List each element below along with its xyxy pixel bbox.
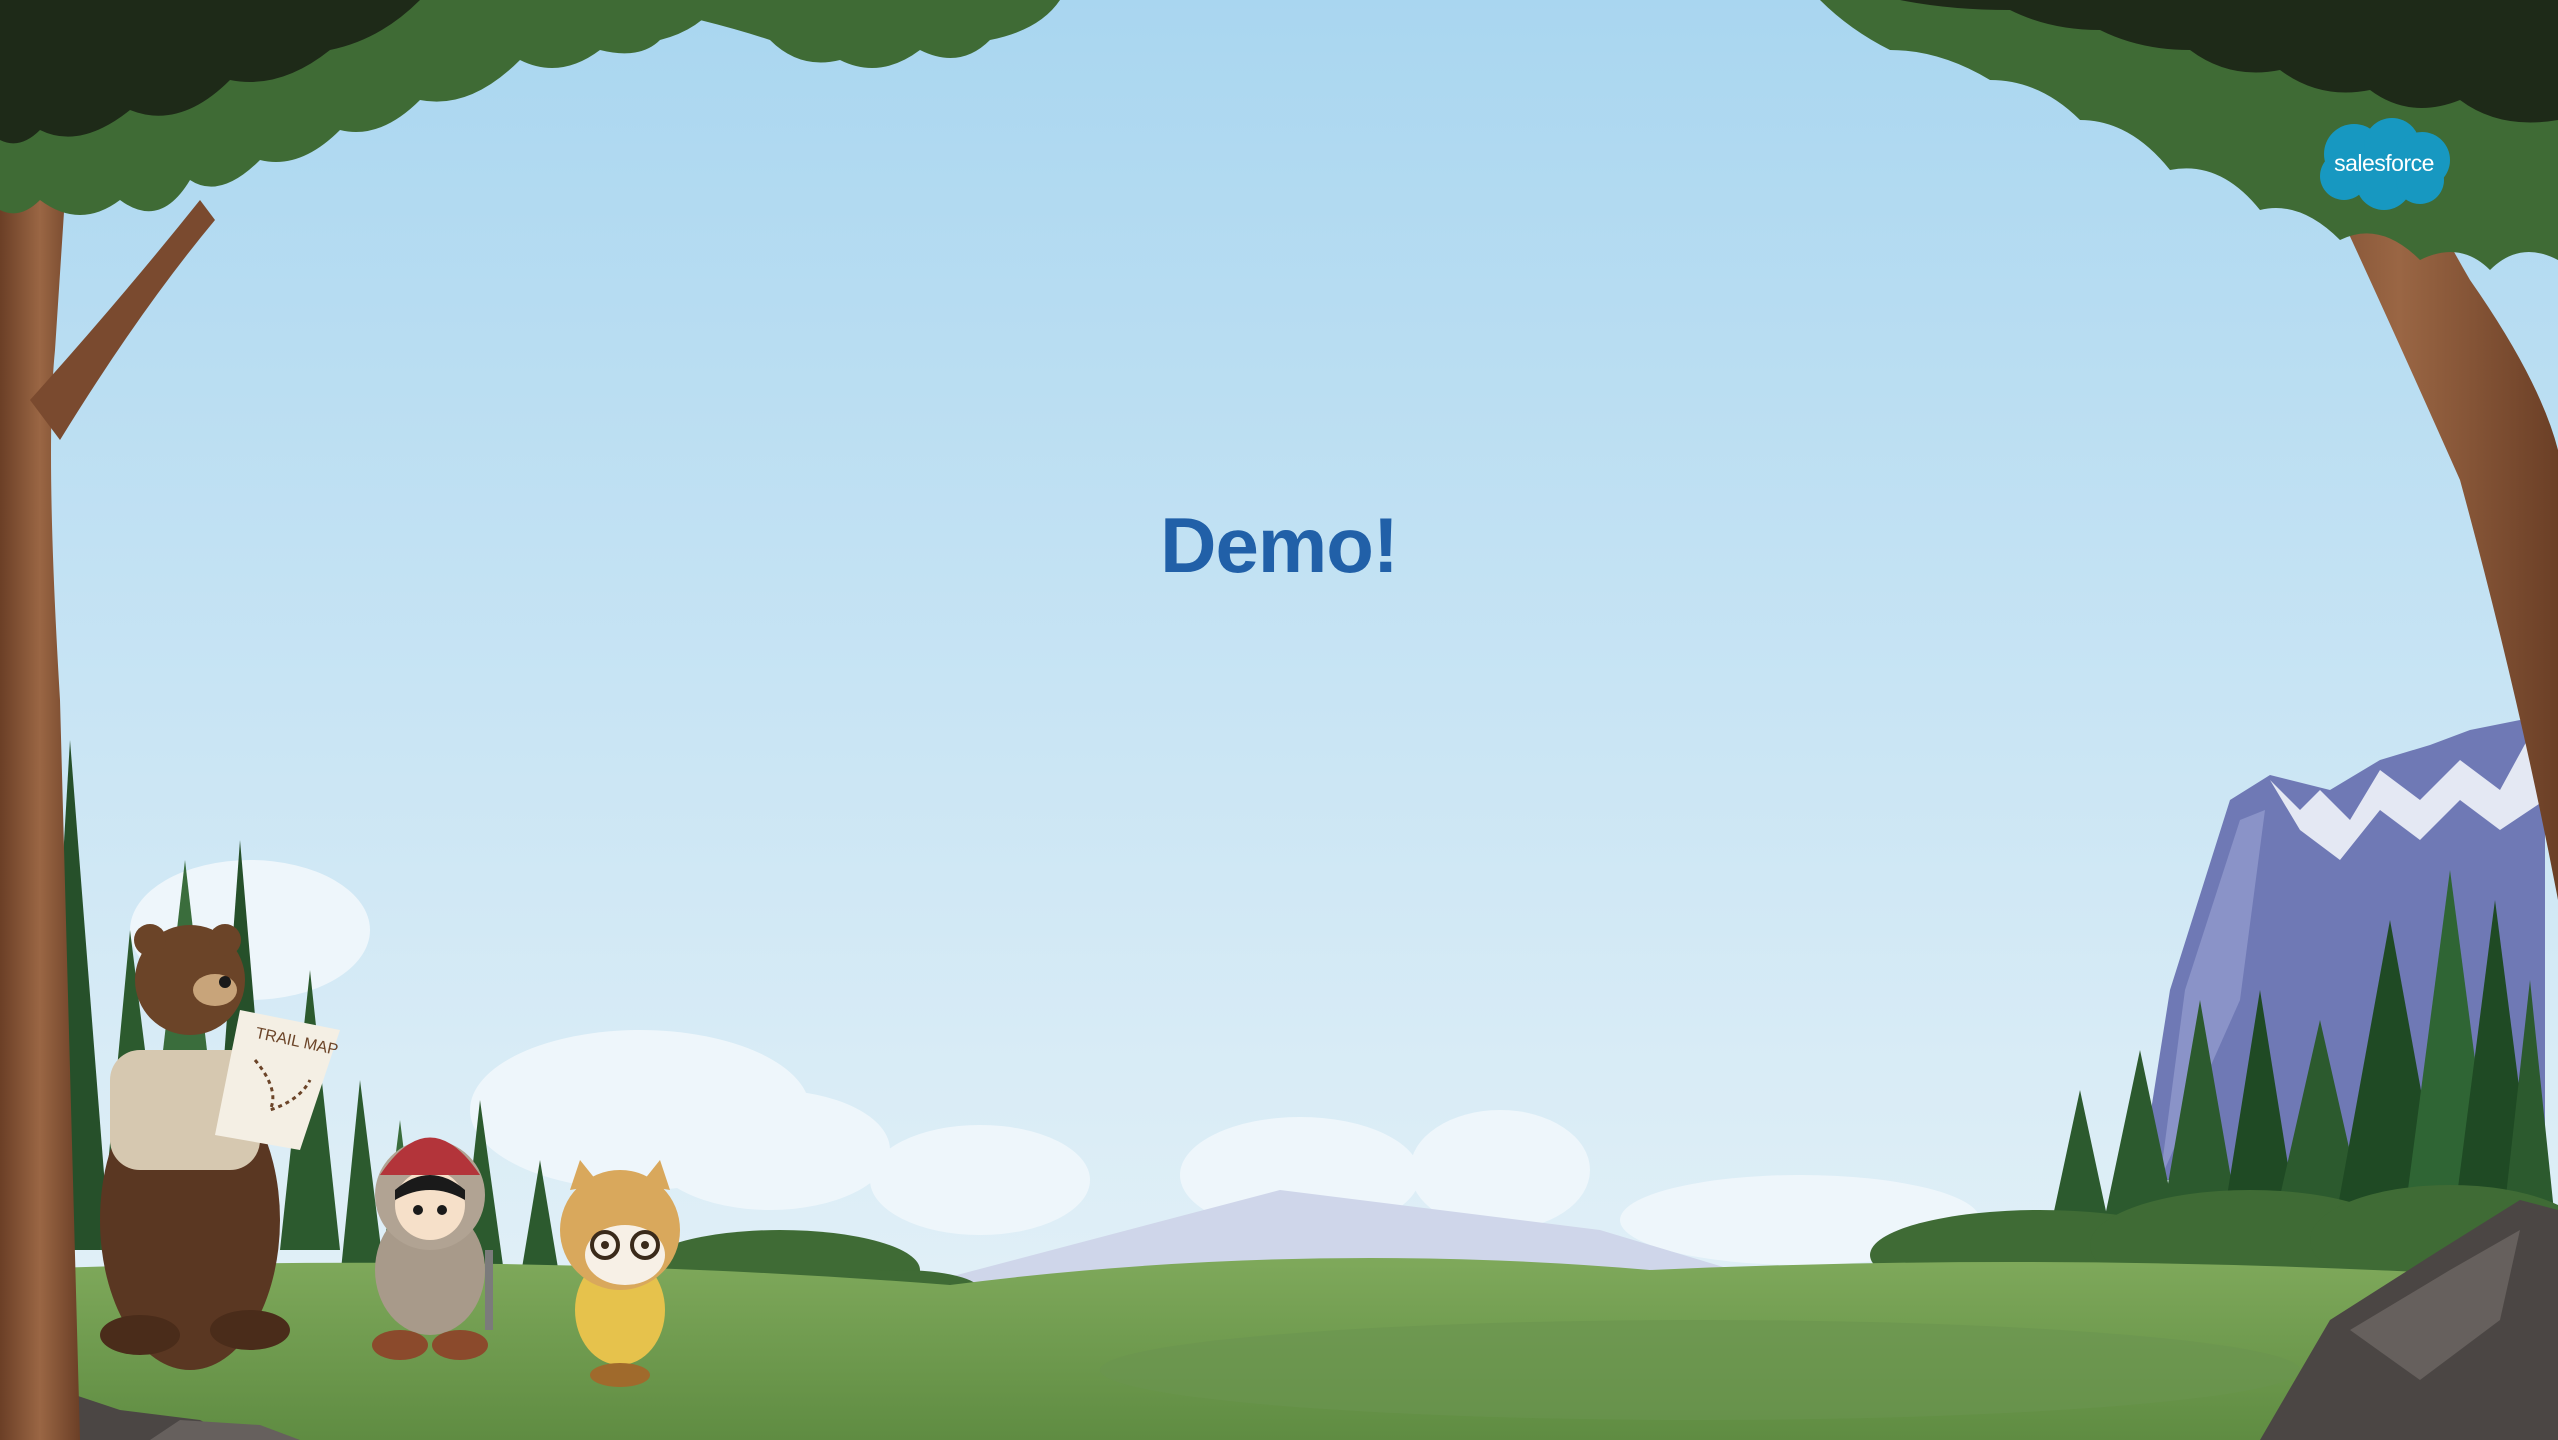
logo-text: salesforce (2334, 150, 2434, 176)
background-scene: TRAIL MAP (0, 0, 2558, 1440)
salesforce-cloud-logo: salesforce (2314, 116, 2454, 214)
slide-title: Demo! (1160, 501, 1399, 589)
